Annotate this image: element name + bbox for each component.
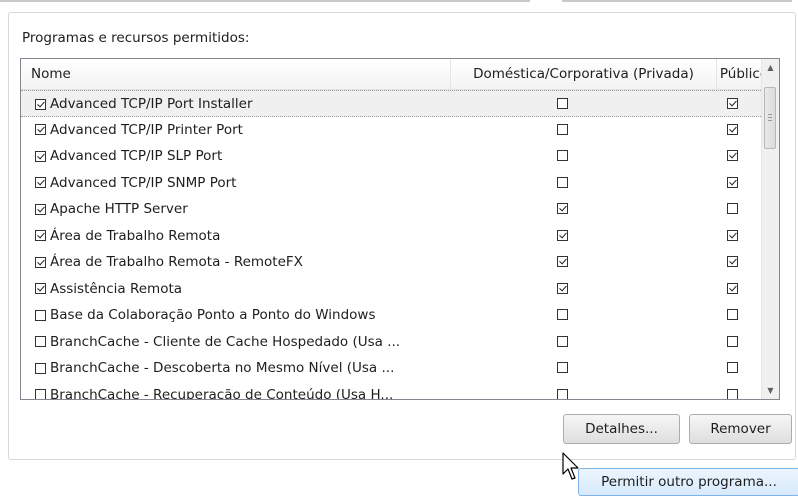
private-network-checkbox[interactable] xyxy=(557,362,568,373)
program-name: Advanced TCP/IP SLP Port xyxy=(50,148,223,164)
table-row[interactable]: Apache HTTP Server xyxy=(21,196,771,223)
program-name-cell: Base da Colaboração Ponto a Ponto do Win… xyxy=(35,302,376,328)
private-network-checkbox[interactable] xyxy=(557,203,568,214)
program-name-cell: Assistência Remota xyxy=(35,276,182,302)
program-enabled-checkbox[interactable] xyxy=(35,256,46,268)
program-enabled-checkbox[interactable] xyxy=(35,389,46,399)
program-name-cell: Advanced TCP/IP Port Installer xyxy=(35,91,253,117)
public-network-checkbox[interactable] xyxy=(727,388,738,399)
private-network-checkbox[interactable] xyxy=(557,98,568,109)
private-network-checkbox[interactable] xyxy=(557,282,568,294)
program-name: Advanced TCP/IP Port Installer xyxy=(50,96,253,112)
private-network-checkbox[interactable] xyxy=(557,123,568,135)
details-button[interactable]: Detalhes... xyxy=(563,414,680,444)
private-network-checkbox[interactable] xyxy=(557,229,568,241)
window-top-edge xyxy=(0,0,530,2)
private-network-checkbox[interactable] xyxy=(557,309,568,320)
program-enabled-checkbox[interactable] xyxy=(35,98,46,110)
public-network-checkbox[interactable] xyxy=(727,176,738,188)
private-network-checkbox[interactable] xyxy=(557,150,568,161)
program-enabled-checkbox[interactable] xyxy=(35,203,46,215)
private-network-checkbox[interactable] xyxy=(557,176,568,188)
table-row[interactable]: Base da Colaboração Ponto a Ponto do Win… xyxy=(21,302,771,329)
table-row[interactable]: Advanced TCP/IP SLP Port xyxy=(21,143,771,170)
public-network-checkbox[interactable] xyxy=(727,203,738,214)
program-enabled-checkbox[interactable] xyxy=(35,150,46,162)
grip-icon xyxy=(768,114,772,122)
program-enabled-checkbox[interactable] xyxy=(35,230,46,241)
column-header-name[interactable]: Nome xyxy=(21,59,451,89)
program-enabled-checkbox[interactable] xyxy=(35,283,46,294)
up-arrow-icon[interactable]: ▲ xyxy=(762,59,779,76)
group-title: Programas e recursos permitidos: xyxy=(22,30,250,46)
program-name-cell: Advanced TCP/IP SLP Port xyxy=(35,143,222,169)
public-network-checkbox[interactable] xyxy=(727,150,738,161)
table-row[interactable]: Advanced TCP/IP Printer Port xyxy=(21,117,771,144)
list-header: Nome Doméstica/Corporativa (Privada) Púb… xyxy=(21,59,771,90)
table-row[interactable]: BranchCache - Recuperação de Conteúdo (U… xyxy=(21,382,771,400)
program-name: Base da Colaboração Ponto a Ponto do Win… xyxy=(50,307,376,323)
program-name: Advanced TCP/IP Printer Port xyxy=(50,121,243,138)
window-top-edge-right xyxy=(562,0,792,2)
program-name: Área de Trabalho Remota xyxy=(50,227,221,244)
private-network-checkbox[interactable] xyxy=(557,388,568,399)
program-enabled-checkbox[interactable] xyxy=(35,362,46,374)
table-row[interactable]: BranchCache - Descoberta no Mesmo Nível … xyxy=(21,355,771,382)
program-name-cell: BranchCache - Recuperação de Conteúdo (U… xyxy=(35,382,394,400)
public-network-checkbox[interactable] xyxy=(727,282,738,294)
program-enabled-checkbox[interactable] xyxy=(35,177,46,188)
private-network-checkbox[interactable] xyxy=(557,335,568,347)
program-name-cell: BranchCache - Descoberta no Mesmo Nível … xyxy=(35,355,394,381)
public-network-checkbox[interactable] xyxy=(727,123,738,135)
program-name-cell: Advanced TCP/IP SNMP Port xyxy=(35,170,236,196)
program-name-cell: Apache HTTP Server xyxy=(35,196,188,222)
program-name-cell: Área de Trabalho Remota - RemoteFX xyxy=(35,249,303,275)
public-network-checkbox[interactable] xyxy=(727,98,738,109)
table-row[interactable]: Advanced TCP/IP SNMP Port xyxy=(21,170,771,197)
program-name: Área de Trabalho Remota - RemoteFX xyxy=(50,254,303,270)
list-rows: Advanced TCP/IP Port Installer Advanced T… xyxy=(21,90,771,400)
table-row[interactable]: Advanced TCP/IP Port Installer xyxy=(21,90,771,117)
remove-button[interactable]: Remover xyxy=(689,414,792,444)
mouse-pointer-icon xyxy=(562,452,579,480)
program-name: BranchCache - Descoberta no Mesmo Nível … xyxy=(50,360,395,376)
private-network-checkbox[interactable] xyxy=(557,256,568,267)
down-arrow-icon[interactable]: ▼ xyxy=(762,382,779,399)
public-network-checkbox[interactable] xyxy=(727,229,738,241)
public-network-checkbox[interactable] xyxy=(727,309,738,320)
program-name: Advanced TCP/IP SNMP Port xyxy=(50,174,237,191)
vertical-scrollbar[interactable]: ▲ ▼ xyxy=(761,59,779,399)
program-enabled-checkbox[interactable] xyxy=(35,124,46,135)
table-row[interactable]: BranchCache - Cliente de Cache Hospedado… xyxy=(21,329,771,356)
program-name-cell: Advanced TCP/IP Printer Port xyxy=(35,117,243,143)
column-header-private[interactable]: Doméstica/Corporativa (Privada) xyxy=(451,59,717,89)
table-row[interactable]: Área de Trabalho Remota - RemoteFX xyxy=(21,249,771,276)
program-enabled-checkbox[interactable] xyxy=(35,336,46,347)
program-name-cell: Área de Trabalho Remota xyxy=(35,223,220,249)
public-network-checkbox[interactable] xyxy=(727,256,738,267)
program-name: BranchCache - Recuperação de Conteúdo (U… xyxy=(50,386,394,400)
program-enabled-checkbox[interactable] xyxy=(35,309,46,321)
programs-list[interactable]: Nome Doméstica/Corporativa (Privada) Púb… xyxy=(20,58,780,400)
table-row[interactable]: Área de Trabalho Remota xyxy=(21,223,771,250)
program-name: Apache HTTP Server xyxy=(50,201,188,217)
public-network-checkbox[interactable] xyxy=(727,335,738,347)
table-row[interactable]: Assistência Remota xyxy=(21,276,771,303)
program-name-cell: BranchCache - Cliente de Cache Hospedado… xyxy=(35,329,400,355)
public-network-checkbox[interactable] xyxy=(727,362,738,373)
program-name: BranchCache - Cliente de Cache Hospedado… xyxy=(50,333,401,350)
scrollbar-thumb[interactable] xyxy=(764,87,776,149)
program-name: Assistência Remota xyxy=(50,280,183,297)
